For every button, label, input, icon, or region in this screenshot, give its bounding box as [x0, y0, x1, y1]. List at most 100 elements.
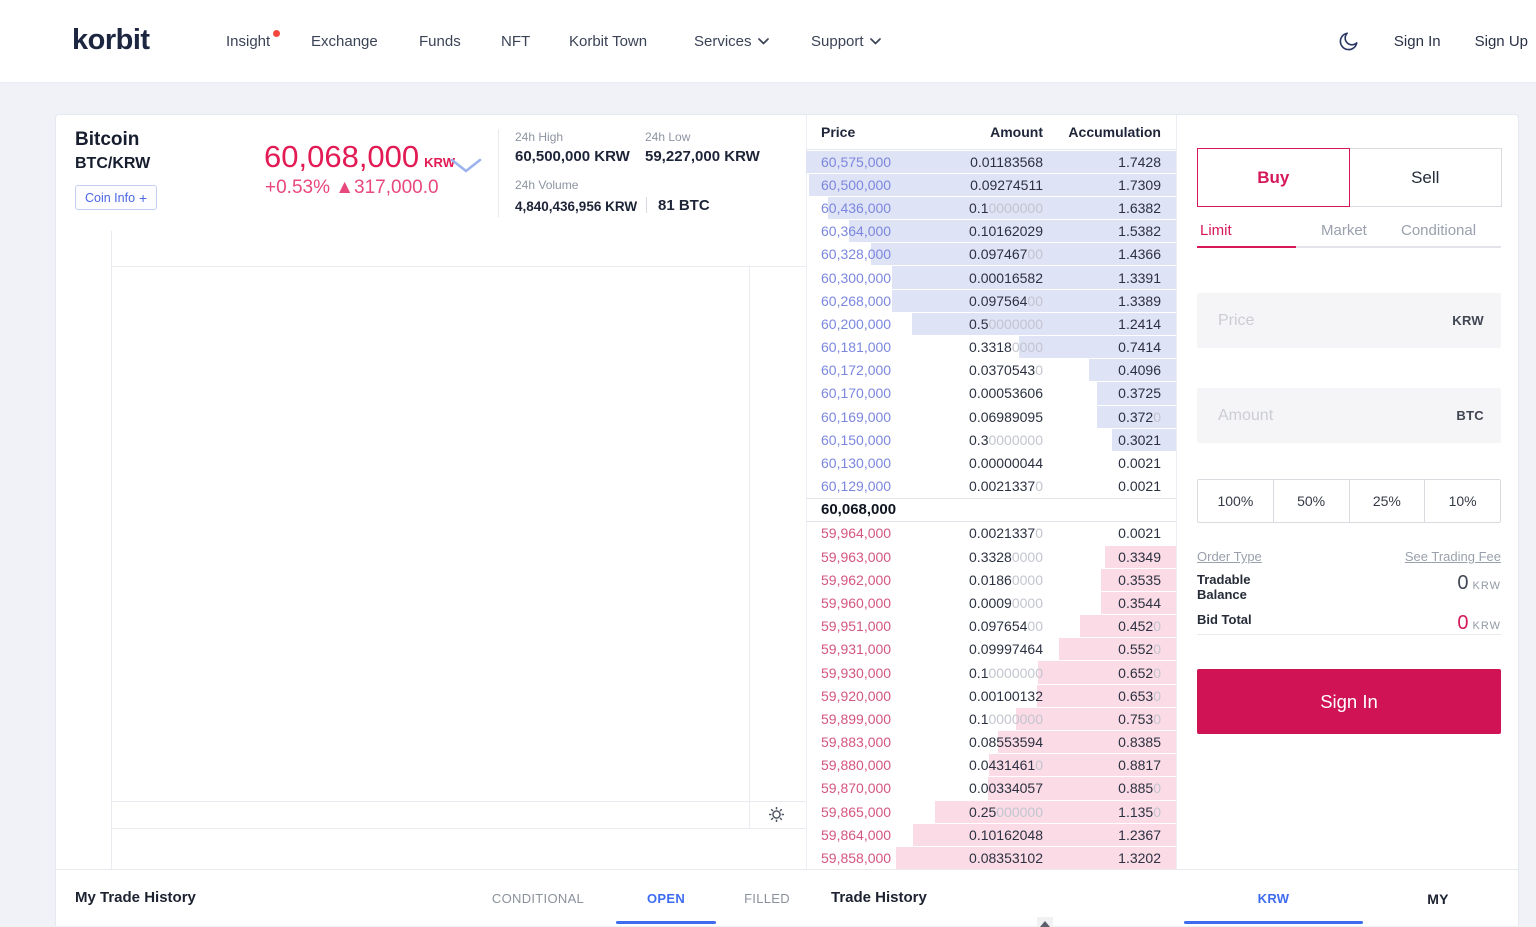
order-amount: 0.33280000 [913, 549, 1043, 565]
orderbook-row-bid[interactable]: 59,962,0000.018600000.3535 [806, 568, 1176, 591]
nav-support[interactable]: Support [811, 0, 881, 83]
pair-selector-dropdown[interactable] [449, 157, 483, 179]
tab-krw-trades[interactable]: KRW [1184, 891, 1363, 906]
volume-btc: 81 BTC [658, 197, 710, 214]
tab-filled-orders[interactable]: FILLED [717, 891, 817, 906]
nav-korbit-town[interactable]: Korbit Town [569, 0, 647, 83]
orderbook-row-ask[interactable]: 60,130,0000.000000440.0021 [806, 451, 1176, 474]
nav-exchange[interactable]: Exchange [311, 0, 378, 83]
orderbook-row-bid[interactable]: 59,864,0000.101620481.2367 [806, 823, 1176, 846]
nav-insight[interactable]: Insight [226, 0, 280, 83]
orderbook-row-bid[interactable]: 59,899,0000.100000000.7530 [806, 707, 1176, 730]
orderbook-row-bid[interactable]: 59,920,0000.001001320.6530 [806, 684, 1176, 707]
last-traded-price-row[interactable]: 60,068,000 [806, 498, 1176, 522]
bid-price: 59,899,000 [821, 711, 913, 727]
order-amount: 0.03705430 [913, 362, 1043, 378]
price-input[interactable]: Price KRW [1197, 293, 1501, 348]
ask-price: 60,200,000 [821, 316, 913, 332]
accumulation: 0.3349 [1043, 549, 1161, 565]
chart-time-axis [111, 801, 806, 802]
sign-up-link[interactable]: Sign Up [1475, 33, 1528, 50]
orderbook-row-ask[interactable]: 60,129,0000.002133700.0021 [806, 475, 1176, 498]
top-navigation: korbit Insight Exchange Funds NFT Korbit… [0, 0, 1536, 83]
buy-tab[interactable]: Buy [1197, 148, 1350, 207]
order-amount: 0.09756400 [913, 293, 1043, 309]
order-amount: 0.10000000 [913, 200, 1043, 216]
percent-50-button[interactable]: 50% [1273, 480, 1349, 522]
tradable-balance-label: Tradable Balance [1197, 572, 1250, 602]
volume-krw: 4,840,436,956 KRW [515, 199, 637, 214]
amount-input[interactable]: Amount BTC [1197, 388, 1501, 443]
orderbook-row-bid[interactable]: 59,951,0000.097654000.4520 [806, 615, 1176, 638]
order-type-link[interactable]: Order Type [1197, 549, 1262, 564]
accumulation: 1.3389 [1043, 293, 1161, 309]
trading-card: Bitcoin BTC/KRW Coin Info + 60,068,000KR… [55, 114, 1519, 926]
orderbook-row-bid[interactable]: 59,870,0000.003340570.8850 [806, 777, 1176, 800]
dark-mode-toggle[interactable] [1337, 30, 1360, 53]
korbit-logo[interactable]: korbit [72, 24, 150, 57]
notification-dot [273, 30, 280, 37]
sign-in-button[interactable]: Sign In [1197, 669, 1501, 734]
orderbook-row-ask[interactable]: 60,575,0000.011835681.7428 [806, 150, 1176, 173]
percent-10-button[interactable]: 10% [1424, 480, 1500, 522]
tab-my-trades[interactable]: MY [1388, 891, 1488, 907]
ask-price: 60,436,000 [821, 200, 913, 216]
order-amount: 0.33180000 [913, 339, 1043, 355]
orderbook-row-bid[interactable]: 59,963,0000.332800000.3349 [806, 545, 1176, 568]
trading-fee-link[interactable]: See Trading Fee [1405, 549, 1501, 564]
percent-100-button[interactable]: 100% [1198, 480, 1273, 522]
bid-price: 59,931,000 [821, 641, 913, 657]
orderbook-row-ask[interactable]: 60,268,0000.097564001.3389 [806, 289, 1176, 312]
orderbook-row-ask[interactable]: 60,169,0000.069890950.3720 [806, 405, 1176, 428]
chart-toolbar-divider [111, 231, 112, 871]
order-amount: 0.00090000 [913, 595, 1043, 611]
sell-tab[interactable]: Sell [1350, 148, 1503, 207]
orderbook-row-bid[interactable]: 59,960,0000.000900000.3544 [806, 591, 1176, 614]
orderbook-row-bid[interactable]: 59,883,0000.085535940.8385 [806, 731, 1176, 754]
orderbook-row-ask[interactable]: 60,328,0000.097467001.4366 [806, 243, 1176, 266]
tab-limit[interactable]: Limit [1200, 222, 1232, 239]
nav-funds[interactable]: Funds [419, 0, 461, 83]
accumulation: 0.3544 [1043, 595, 1161, 611]
order-amount: 0.00213370 [913, 478, 1043, 494]
active-tab-underline [1197, 246, 1296, 248]
tab-open-orders[interactable]: OPEN [616, 891, 716, 906]
orderbook-row-ask[interactable]: 60,300,0000.000165821.3391 [806, 266, 1176, 289]
bid-price: 59,930,000 [821, 665, 913, 681]
orderbook-row-ask[interactable]: 60,170,0000.000536060.3725 [806, 382, 1176, 405]
ask-price: 60,181,000 [821, 339, 913, 355]
orderbook-row-ask[interactable]: 60,436,0000.100000001.6382 [806, 196, 1176, 219]
bid-price: 59,962,000 [821, 572, 913, 588]
ask-price: 60,129,000 [821, 478, 913, 494]
chart-settings-button[interactable] [768, 806, 785, 828]
nav-services[interactable]: Services [694, 0, 769, 83]
tab-market[interactable]: Market [1321, 222, 1367, 239]
tab-conditional[interactable]: Conditional [1401, 222, 1476, 239]
orderbook-row-ask[interactable]: 60,172,0000.037054300.4096 [806, 359, 1176, 382]
tradable-balance-value: 0 KRW [1457, 572, 1501, 595]
nav-nft[interactable]: NFT [501, 0, 530, 83]
buy-sell-toggle: Buy Sell [1197, 148, 1502, 207]
accumulation: 0.0021 [1043, 525, 1161, 541]
tab-conditional-history[interactable]: CONDITIONAL [478, 891, 598, 906]
orderbook-row-ask[interactable]: 60,500,0000.092745111.7309 [806, 173, 1176, 196]
current-price: 60,068,000KRW [264, 139, 455, 175]
orderbook-row-ask[interactable]: 60,364,0000.101620291.5382 [806, 220, 1176, 243]
bid-price: 59,880,000 [821, 757, 913, 773]
percent-25-button[interactable]: 25% [1349, 480, 1425, 522]
orderbook-row-bid[interactable]: 59,880,0000.043146100.8817 [806, 754, 1176, 777]
orderbook-row-bid[interactable]: 59,931,0000.099974640.5520 [806, 638, 1176, 661]
orderbook-row-bid[interactable]: 59,865,0000.250000001.1350 [806, 800, 1176, 823]
price-change: +0.53% ▲317,000.0 [265, 177, 439, 199]
chart-top-border [111, 266, 806, 267]
sign-in-link[interactable]: Sign In [1394, 33, 1441, 50]
orderbook-row-ask[interactable]: 60,181,0000.331800000.7414 [806, 336, 1176, 359]
orderbook-row-bid[interactable]: 59,858,0000.083531021.3202 [806, 846, 1176, 869]
coin-info-button[interactable]: Coin Info + [75, 185, 157, 210]
orderbook-row-ask[interactable]: 60,150,0000.300000000.3021 [806, 428, 1176, 451]
ask-price: 60,575,000 [821, 154, 913, 170]
coin-pair: BTC/KRW [75, 155, 150, 173]
orderbook-row-bid[interactable]: 59,964,0000.002133700.0021 [806, 522, 1176, 545]
orderbook-row-bid[interactable]: 59,930,0000.100000000.6520 [806, 661, 1176, 684]
orderbook-row-ask[interactable]: 60,200,0000.500000001.2414 [806, 312, 1176, 335]
